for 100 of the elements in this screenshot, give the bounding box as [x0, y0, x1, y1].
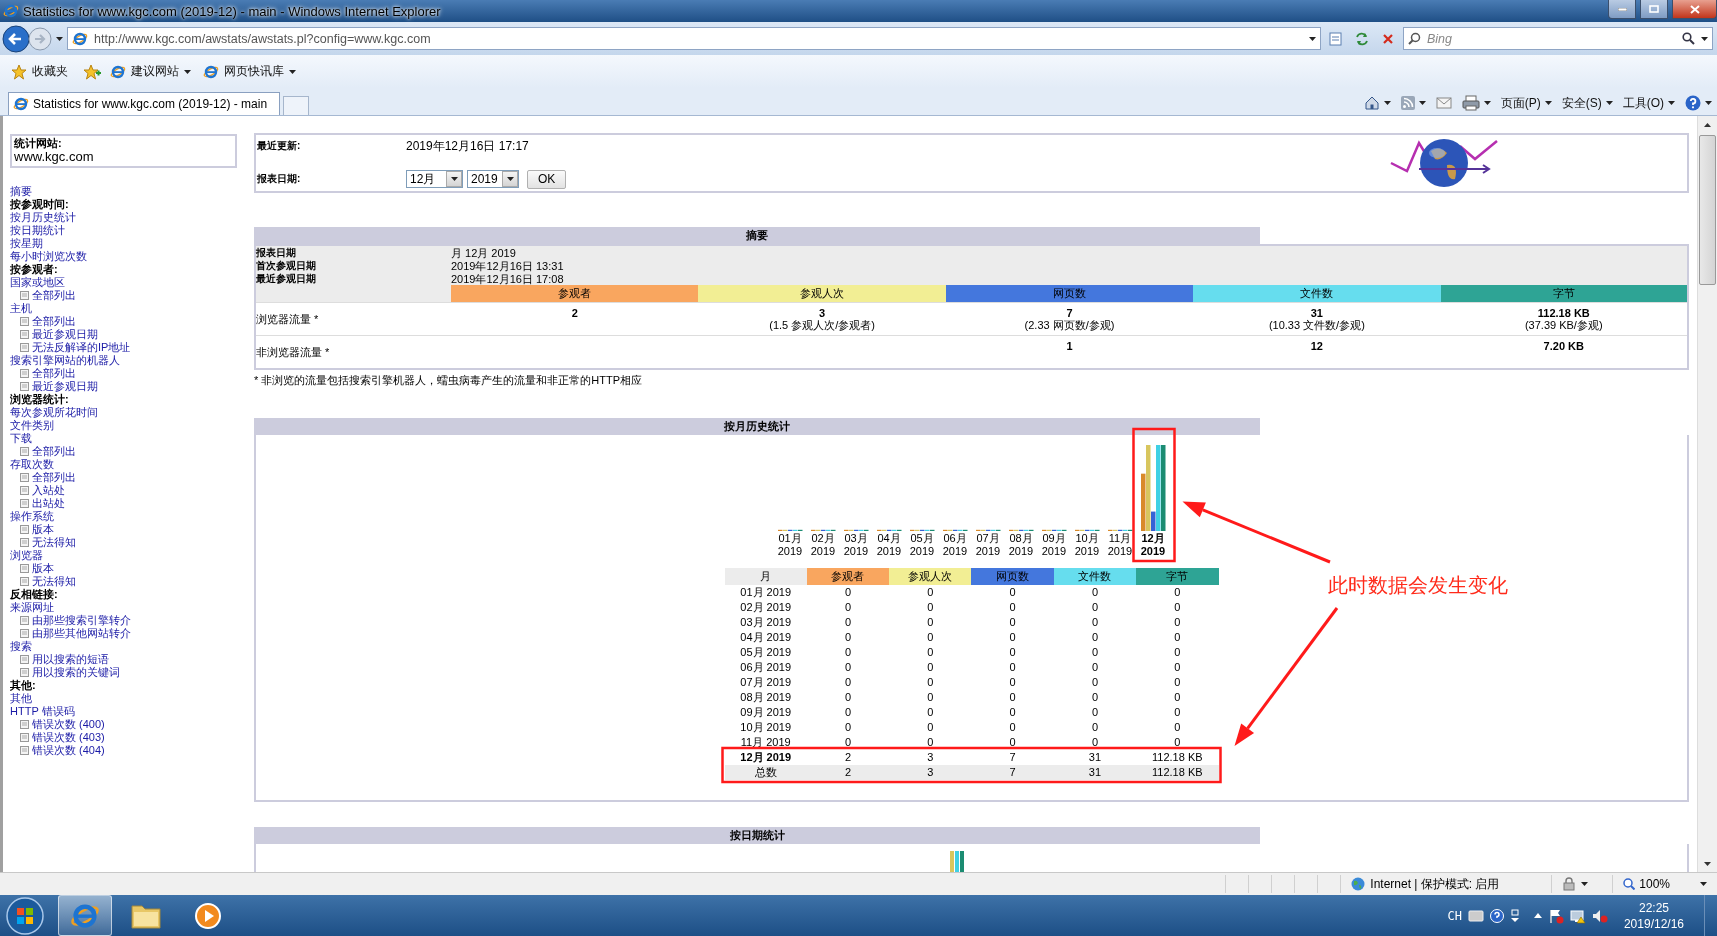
nav-link[interactable]: 全部列出 — [32, 367, 76, 380]
nav-link[interactable]: 来源网址 — [10, 601, 54, 614]
nav-link[interactable]: 其他 — [10, 692, 32, 705]
nav-link[interactable]: 入站处 — [32, 484, 65, 497]
section-heading: 反相链接: — [10, 588, 58, 601]
table-cell-text: 0 — [1090, 660, 1100, 675]
nav-link[interactable]: 文件类别 — [10, 419, 54, 432]
month-select[interactable]: 12月 — [406, 170, 463, 188]
nav-link[interactable]: 由那些搜索引擎转介 — [32, 614, 131, 627]
nav-link[interactable]: 错误次数 (404) — [32, 744, 105, 757]
table-cell-text: 0 — [1008, 630, 1017, 645]
favorites-button[interactable]: 收藏夹 — [8, 61, 71, 82]
column-header: 文件数 — [1193, 285, 1441, 303]
ok-button[interactable]: OK — [527, 169, 567, 189]
flag-icon[interactable] — [1547, 907, 1564, 924]
scrollbar-thumb[interactable] — [1699, 135, 1716, 285]
nav-link[interactable]: 按月历史统计 — [10, 211, 76, 224]
nav-link[interactable]: HTTP 错误码 — [10, 705, 75, 718]
month-label: 06月 2019 — [941, 532, 969, 558]
help-icon[interactable] — [1489, 908, 1504, 923]
close-button[interactable] — [1672, 0, 1717, 19]
nav-link[interactable]: 搜索引擎网站的机器人 — [10, 354, 120, 367]
nav-link[interactable]: 全部列出 — [32, 315, 76, 328]
nav-link[interactable]: 最近参观日期 — [32, 380, 98, 393]
column-header: 参观者 — [451, 285, 699, 303]
table-cell: 报表日期 — [255, 245, 451, 259]
nav-link[interactable]: 出站处 — [32, 497, 65, 510]
row-label: 浏览器流量 * — [255, 302, 451, 336]
table-cell: 31 — [1053, 750, 1137, 765]
favorites-link[interactable]: 建议网站 — [107, 61, 194, 82]
nav-link[interactable]: 主机 — [10, 302, 32, 315]
table-cell-text: 0 — [1008, 615, 1017, 630]
caret-icon[interactable] — [1701, 36, 1708, 41]
search-icon[interactable] — [1682, 32, 1695, 45]
window-icon[interactable] — [1509, 908, 1520, 923]
minimize-button[interactable] — [1608, 0, 1636, 19]
year-select[interactable]: 2019 — [467, 170, 519, 188]
nav-link[interactable]: 按星期 — [10, 237, 43, 250]
command-menu[interactable]: 工具(O) — [1617, 91, 1680, 115]
caret-icon — [1705, 101, 1712, 105]
nav-link[interactable]: 下载 — [10, 432, 32, 445]
nav-link[interactable]: 全部列出 — [32, 289, 76, 302]
table-cell-text: 0 — [1008, 660, 1017, 675]
zoom-button[interactable]: 100% — [1612, 875, 1717, 893]
nav-link[interactable]: 由那些其他网站转介 — [32, 627, 131, 640]
page-icon — [20, 538, 29, 547]
page-icon — [20, 655, 29, 664]
table-cell: 1 — [945, 335, 1194, 369]
nav-link[interactable]: 错误次数 (403) — [32, 731, 105, 744]
nav-link[interactable]: 每次参观所花时间 — [10, 406, 98, 419]
up-arrow-icon[interactable] — [1533, 913, 1542, 918]
table-cell-text: 0 — [1090, 630, 1100, 645]
nav-link[interactable]: 用以搜索的短语 — [32, 653, 109, 666]
table-cell: 0 — [806, 585, 890, 600]
add-favorite-icon[interactable] — [83, 63, 101, 80]
nav-link[interactable]: 用以搜索的关键词 — [32, 666, 120, 679]
month-label: 03月 2019 — [842, 532, 870, 558]
network-icon[interactable] — [1569, 907, 1586, 924]
page-icon — [20, 343, 29, 352]
favorites-link[interactable]: 网页快讯库 — [200, 61, 299, 82]
nav-link[interactable]: 无法得知 — [32, 536, 76, 549]
table-cell: 2 — [451, 302, 699, 336]
nav-link[interactable]: 摘要 — [10, 185, 32, 198]
month-label: 12月 2019 — [1139, 532, 1167, 558]
nav-link[interactable]: 无法反解译的IP地址 — [32, 341, 131, 354]
address-field[interactable]: http://www.kgc.com/awstats/awstats.pl?config=www.kgc.com — [67, 27, 1321, 50]
nav-link[interactable]: 国家或地区 — [10, 276, 65, 289]
table-cell-text: 0 — [843, 615, 853, 630]
clock[interactable]: 22:25 2019/12/16 — [1613, 899, 1698, 932]
site-label: 统计网站: — [14, 137, 63, 150]
browser-tab[interactable]: Statistics for www.kgc.com (2019-12) - main — [8, 92, 281, 115]
nav-link[interactable]: 最近参观日期 — [32, 328, 98, 341]
close-icon — [1689, 4, 1700, 14]
table-cell: 112.18 KB — [1136, 765, 1219, 780]
nav-link[interactable]: 浏览器 — [10, 549, 43, 562]
nav-link[interactable]: 操作系统 — [10, 510, 54, 523]
command-menu[interactable]: 页面(P) — [1495, 91, 1557, 115]
table-cell-text: 0 — [926, 735, 935, 750]
nav-link[interactable]: 错误次数 (400) — [32, 718, 105, 731]
caret-icon — [506, 177, 514, 181]
caret-icon[interactable] — [56, 36, 63, 41]
command-menu[interactable]: 安全(S) — [1556, 91, 1618, 115]
nav-link[interactable]: 版本 — [32, 562, 54, 575]
nav-link[interactable]: 存取次数 — [10, 458, 54, 471]
nav-link[interactable]: 全部列出 — [32, 471, 76, 484]
star-icon — [11, 63, 27, 80]
browser-taskbar-button[interactable] — [58, 895, 112, 936]
caret-icon[interactable] — [1309, 36, 1316, 41]
nav-link[interactable]: 版本 — [32, 523, 54, 536]
back-button[interactable] — [2, 24, 30, 53]
language-indicator[interactable]: CH — [1447, 908, 1462, 923]
nav-link[interactable]: 无法得知 — [32, 575, 76, 588]
nav-link[interactable]: 搜索 — [10, 640, 32, 653]
nav-link[interactable]: 按日期统计 — [10, 224, 65, 237]
keyboard-icon[interactable] — [1467, 909, 1484, 922]
table-cell-text: 0 — [1008, 675, 1017, 690]
search-field[interactable]: Bing — [1403, 27, 1713, 50]
nav-link[interactable]: 全部列出 — [32, 445, 76, 458]
nav-link[interactable]: 每小时浏览次数 — [10, 250, 87, 263]
maximize-button[interactable] — [1640, 0, 1668, 19]
